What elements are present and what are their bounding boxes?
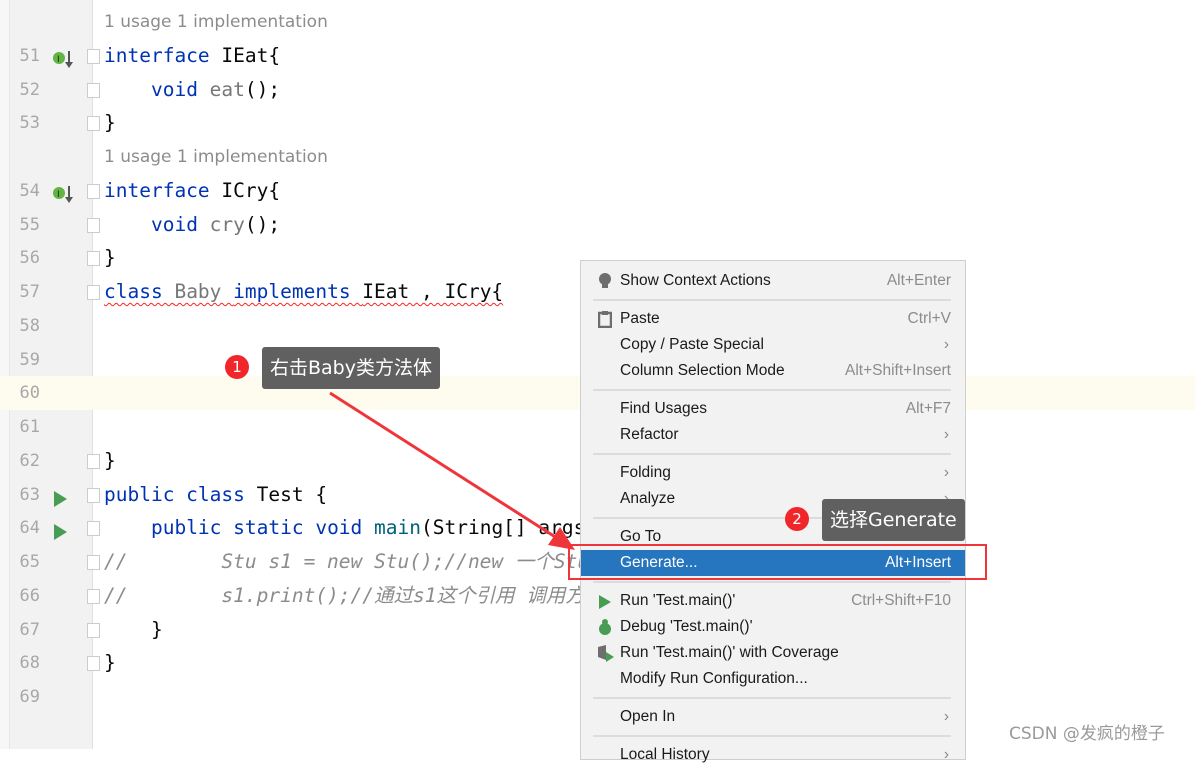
step-1-tooltip: 右击Baby类方法体 — [262, 347, 440, 389]
annotation-arrow — [329, 391, 575, 550]
step-2-tooltip: 选择Generate — [822, 499, 965, 541]
step-2-badge: 2 — [785, 507, 809, 531]
watermark: CSDN @发疯的橙子 — [1009, 724, 1165, 744]
step-1-badge: 1 — [225, 355, 249, 379]
